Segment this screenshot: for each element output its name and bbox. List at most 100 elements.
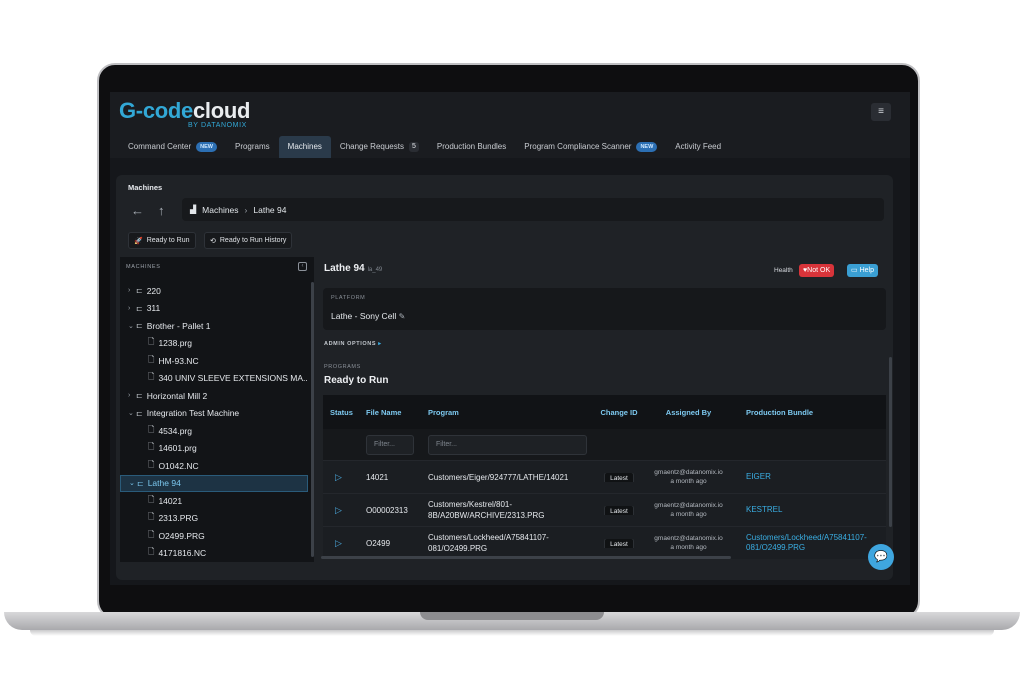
chevron-icon[interactable]: › bbox=[128, 392, 136, 399]
tree-item-label: O2499.PRG bbox=[158, 530, 205, 541]
tree-item-label: Brother - Pallet 1 bbox=[146, 320, 211, 331]
hamburger-icon[interactable]: ≡ bbox=[871, 103, 891, 121]
chat-icon[interactable]: 💬 bbox=[868, 544, 894, 570]
platform-value: Lathe - Sony Cell ✎ bbox=[331, 311, 405, 321]
table-row[interactable]: ▷ O00002313 Customers/Kestrel/801-8B/A20BW… bbox=[323, 493, 886, 526]
tab-program-compliance-scanner[interactable]: Program Compliance Scanner NEW bbox=[515, 136, 666, 158]
tab-label: Change Requests bbox=[339, 142, 404, 151]
production-bundle-link[interactable]: EIGER bbox=[738, 472, 878, 482]
table-row[interactable]: ▷ 14021 Customers/Eiger/924777/LATHE/14021… bbox=[323, 460, 886, 493]
tab-programs[interactable]: Programs bbox=[226, 136, 279, 158]
file-icon: 🗋 bbox=[148, 442, 155, 452]
tree-file-item[interactable]: 🗋 2313.PRG bbox=[120, 510, 308, 528]
col-file-name[interactable]: File Name bbox=[366, 408, 428, 417]
ready-to-run-history-button[interactable]: ⟲ Ready to Run History bbox=[204, 232, 293, 249]
tree-file-item[interactable]: 🗋 340 UNIV SLEEVE EXTENSIONS MA... bbox=[120, 370, 308, 388]
tree-file-item[interactable]: 🗋 4534.prg bbox=[120, 422, 308, 440]
production-bundle-link[interactable]: Customers/Lockheed/A75841107-081/O2499.P… bbox=[738, 533, 878, 553]
tree-file-item[interactable]: 🗋 1238.prg bbox=[120, 335, 308, 353]
collapse-icon[interactable]: ‹ bbox=[298, 262, 307, 271]
tree-item-label: 2313.PRG bbox=[158, 513, 199, 524]
health-label: Health bbox=[774, 267, 793, 274]
rocket-icon: 🚀 bbox=[134, 237, 143, 245]
file-icon: 🗋 bbox=[148, 459, 155, 469]
tree-machine-item[interactable]: ⌄ ⊏ Lathe 94 bbox=[120, 474, 308, 492]
machine-name: Lathe 94 bbox=[324, 263, 365, 274]
tree-item-label: Integration Test Machine bbox=[146, 408, 240, 419]
assigned-by-cell: gmaentz@datanomix.io a month ago bbox=[639, 468, 738, 486]
admin-options-toggle[interactable]: ADMIN OPTIONS ▸ bbox=[324, 341, 382, 347]
file-name-cell: 14021 bbox=[366, 472, 389, 482]
table-row[interactable]: ▷ O2499 Customers/Lockheed/A75841107-081/O… bbox=[323, 526, 886, 559]
filename-filter-input[interactable]: Filter... bbox=[366, 434, 414, 455]
tab-activity-feed[interactable]: Activity Feed bbox=[666, 136, 730, 158]
col-change-id[interactable]: Change ID bbox=[599, 408, 639, 417]
machine-icon: ⊏ bbox=[137, 478, 144, 488]
tree-file-item[interactable]: 🗋 O1042.NC bbox=[120, 457, 308, 475]
tree-machine-item[interactable]: › ⊏ 311 bbox=[120, 300, 308, 318]
production-bundle-link[interactable]: KESTREL bbox=[738, 505, 878, 515]
chevron-icon[interactable]: › bbox=[128, 305, 136, 312]
tree-item-label: 4534.prg bbox=[158, 425, 192, 436]
tab-production-bundles[interactable]: Production Bundles bbox=[428, 136, 515, 158]
chevron-icon[interactable]: › bbox=[128, 287, 136, 294]
file-icon: 🗋 bbox=[148, 424, 155, 434]
tree-file-item[interactable]: 🗋 HM-93.NC bbox=[120, 352, 308, 370]
col-production-bundle[interactable]: Production Bundle bbox=[738, 408, 878, 417]
help-button[interactable]: ▭ Help bbox=[847, 264, 878, 277]
ready-to-run-button[interactable]: 🚀 Ready to Run bbox=[128, 232, 196, 249]
breadcrumb-root[interactable]: Machines bbox=[202, 205, 238, 215]
tree-item-label: 1238.prg bbox=[158, 338, 192, 349]
chevron-icon[interactable]: ⌄ bbox=[129, 479, 137, 487]
assigned-email: gmaentz@datanomix.io bbox=[654, 469, 723, 476]
machine-title: Lathe 94 la_49 bbox=[324, 263, 382, 274]
sidebar-header: MACHINES bbox=[126, 264, 161, 270]
new-badge: NEW bbox=[636, 142, 658, 152]
tab-machines[interactable]: Machines bbox=[278, 136, 331, 158]
machine-icon: ⊏ bbox=[136, 391, 143, 401]
tree-item-label: Lathe 94 bbox=[147, 478, 181, 489]
tab-change-requests[interactable]: Change Requests 5 bbox=[331, 136, 428, 158]
tab-label: Activity Feed bbox=[675, 142, 722, 151]
tab-command-center[interactable]: Command Center NEW bbox=[119, 136, 226, 158]
programs-table: Status File Name Program Change ID Assig… bbox=[323, 395, 886, 565]
program-filter-input[interactable]: Filter... bbox=[428, 434, 587, 455]
back-arrow-icon[interactable]: ← bbox=[131, 203, 144, 218]
tree-file-item[interactable]: 🗋 14601.prg bbox=[120, 440, 308, 458]
tree-item-label: O1042.NC bbox=[158, 460, 199, 471]
play-icon[interactable]: ▷ bbox=[323, 472, 366, 483]
machine-detail: Lathe 94 la_49 Health ♥Not OK ▭ Help PLAT… bbox=[318, 257, 893, 562]
count-badge: 5 bbox=[408, 142, 419, 152]
tree-file-item[interactable]: 🗋 14021 bbox=[120, 492, 308, 510]
file-icon: 🗋 bbox=[148, 494, 155, 504]
logo-text: G-code bbox=[119, 98, 193, 123]
play-icon[interactable]: ▷ bbox=[323, 538, 366, 549]
health-status-badge[interactable]: ♥Not OK bbox=[799, 264, 835, 277]
tree-item-label: 14021 bbox=[158, 495, 183, 506]
tree-file-item[interactable]: 🗋 O2499.PRG bbox=[120, 527, 308, 545]
app-header: G-codecloud BY DATANOMIX ≡ Command Cente… bbox=[110, 92, 910, 158]
table-horizontal-scrollbar[interactable] bbox=[321, 556, 731, 559]
col-program[interactable]: Program bbox=[428, 408, 599, 417]
tree-machine-item[interactable]: ⌄ ⊏ Integration Test Machine bbox=[120, 405, 308, 423]
machine-icon: ⊏ bbox=[136, 408, 143, 418]
panel-title: Machines bbox=[128, 183, 163, 192]
detail-scrollbar[interactable] bbox=[889, 357, 892, 527]
logo[interactable]: G-codecloud bbox=[119, 98, 250, 124]
play-icon[interactable]: ▷ bbox=[323, 505, 366, 516]
chevron-icon[interactable]: ⌄ bbox=[128, 409, 136, 417]
file-icon: 🗋 bbox=[148, 337, 155, 347]
change-id-badge: Latest bbox=[604, 505, 634, 515]
col-status[interactable]: Status bbox=[323, 408, 366, 417]
tree-machine-item[interactable]: ⌄ ⊏ Brother - Pallet 1 bbox=[120, 317, 308, 335]
tab-label: Command Center bbox=[128, 142, 192, 151]
tree-machine-item[interactable]: › ⊏ 220 bbox=[120, 282, 308, 300]
main-tabs: Command Center NEW Programs Machines Chan… bbox=[119, 136, 730, 158]
tree-machine-item[interactable]: › ⊏ Horizontal Mill 2 bbox=[120, 387, 308, 405]
sidebar-scrollbar[interactable] bbox=[311, 282, 314, 557]
up-arrow-icon[interactable]: ↑ bbox=[158, 203, 165, 218]
chevron-icon[interactable]: ⌄ bbox=[128, 322, 136, 330]
tree-file-item[interactable]: 🗋 4171816.NC bbox=[120, 545, 308, 563]
col-assigned-by[interactable]: Assigned By bbox=[639, 408, 738, 417]
edit-icon[interactable]: ✎ bbox=[399, 312, 406, 321]
